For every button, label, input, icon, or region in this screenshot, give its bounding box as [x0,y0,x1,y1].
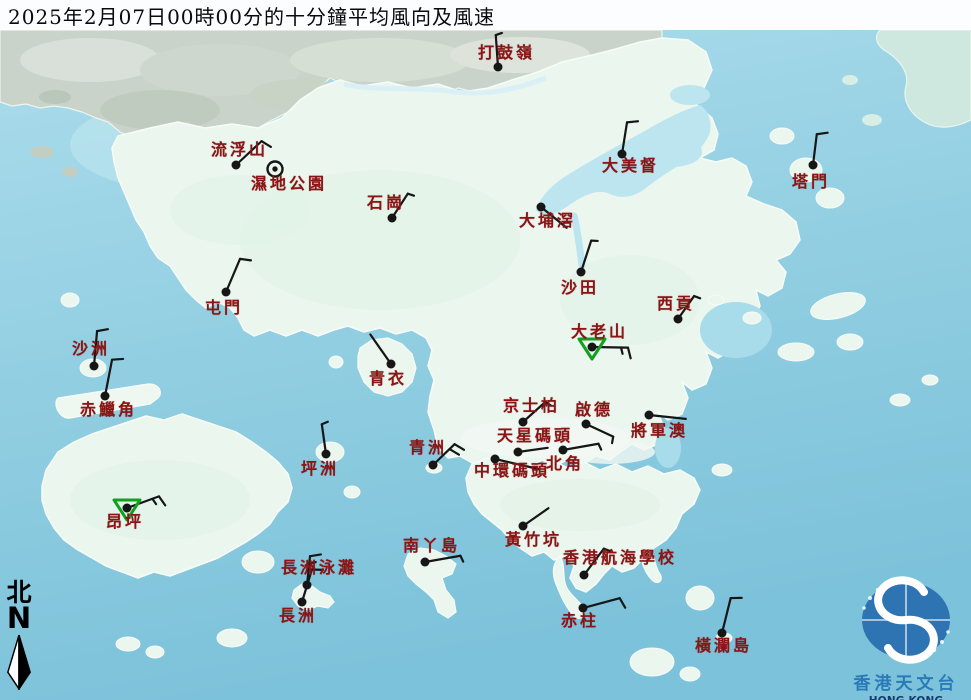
islet [837,334,863,350]
station-label-tai-mei-tuk[interactable]: 大美督 [602,158,659,175]
islet [680,667,700,681]
soko-islands [116,637,140,651]
station-label-peng-chau[interactable]: 坪洲 [301,461,339,478]
station-label-cheung-chau[interactable]: 長洲 [279,608,317,625]
station-label-sha-chau[interactable]: 沙洲 [72,341,110,358]
station-label-waglan-island[interactable]: 橫瀾島 [695,638,752,655]
hko-logo-icon [840,576,971,664]
north-needle-icon [6,634,32,690]
station-label-cheung-chau-beach[interactable]: 長洲泳灘 [281,560,357,577]
kau-yi-chau [344,486,360,498]
station-label-stanley[interactable]: 赤柱 [561,613,599,630]
station-label-sai-kung[interactable]: 西貢 [657,296,695,313]
deep-bay-islet [39,90,71,104]
station-dot-icon[interactable] [582,420,591,429]
station-dot-icon[interactable] [222,288,231,297]
north-compass: 北 N [2,580,36,690]
station-dot-icon[interactable] [272,166,277,171]
station-dot-icon[interactable] [645,411,654,420]
station-label-wong-chuk-hang[interactable]: 黃竹坑 [505,532,562,549]
station-label-tates-cairn[interactable]: 大老山 [571,324,628,341]
islet [922,375,938,385]
station-label-kai-tak[interactable]: 啟德 [575,402,613,419]
hko-name-chinese: 香港天文台 [840,669,971,694]
station-dot-icon[interactable] [588,343,597,352]
map-title: 2025年2月07日00時00分的十分鐘平均風向及風速 [8,1,495,30]
station-label-lamma-island[interactable]: 南丫島 [403,538,460,555]
islet [712,464,732,476]
hko-name-english: HONG KONG OBSERVATORY [840,695,971,700]
islet [770,128,794,144]
wind-barb-full [112,359,123,360]
hei-ling-chau [242,551,274,573]
station-label-shek-kong[interactable]: 石崗 [367,195,405,212]
wind-barb-half [621,348,623,354]
starling-inlet [670,85,710,105]
islet [862,114,882,126]
station-dot-icon[interactable] [421,558,430,567]
station-dot-icon[interactable] [674,315,683,324]
station-label-tap-mun[interactable]: 塔門 [792,174,830,191]
islet [816,188,844,208]
deep-bay-islet [62,167,78,177]
port-shelter [700,302,772,358]
wind-staff [592,347,628,348]
hko-logo: 香港天文台 HONG KONG OBSERVATORY [840,576,971,700]
wind-barb-full [817,133,828,135]
station-label-ta-kwu-ling[interactable]: 打鼓嶺 [478,45,535,62]
station-label-chek-lap-kok[interactable]: 赤鱲角 [80,402,137,419]
station-label-hk-sea-school[interactable]: 香港航海學校 [563,550,677,567]
po-toi [630,648,674,676]
wind-barb-full [627,121,638,122]
station-dot-icon[interactable] [429,461,438,470]
station-label-ngong-ping[interactable]: 昂坪 [106,514,144,531]
station-dot-icon[interactable] [322,450,331,459]
station-dot-icon[interactable] [580,571,589,580]
station-label-tseung-kwan-o[interactable]: 將軍澳 [631,423,688,440]
islet [743,312,761,324]
station-dot-icon[interactable] [90,362,99,371]
station-label-green-island[interactable]: 青洲 [409,440,447,457]
ma-wan [329,356,343,368]
station-label-wetland-park[interactable]: 濕地公園 [251,176,327,193]
station-label-north-point[interactable]: 北角 [546,456,584,473]
station-label-sha-tin[interactable]: 沙田 [561,280,599,297]
station-label-kings-park[interactable]: 京士柏 [503,398,560,415]
station-label-tai-po-kau[interactable]: 大埔滘 [519,213,576,230]
islet [708,295,724,305]
station-dot-icon[interactable] [514,448,523,457]
wind-barb-full [240,259,251,261]
islet [842,75,858,85]
station-dot-icon[interactable] [494,63,503,72]
islet [778,343,814,361]
shek-kwu-chau [217,629,247,647]
station-label-central-pier[interactable]: 中環碼頭 [474,463,550,480]
deep-bay-islet [30,146,54,158]
tung-lung-chau [686,586,714,610]
station-dot-icon[interactable] [388,214,397,223]
station-label-lau-fau-shan[interactable]: 流浮山 [211,142,268,159]
station-dot-icon[interactable] [809,161,818,170]
station-dot-icon[interactable] [577,268,586,277]
title-bar: 2025年2月07日00時00分的十分鐘平均風向及風速 [0,0,971,30]
station-dot-icon[interactable] [387,360,396,369]
ninepin-islands [890,394,910,406]
wind-barb-half [612,437,613,443]
station-dot-icon[interactable] [232,161,241,170]
soko-islands [146,646,164,658]
station-label-tsing-yi[interactable]: 青衣 [369,371,407,388]
lantau-hills [70,460,250,540]
lung-kwu-chau [61,293,79,307]
station-label-star-ferry-pier[interactable]: 天星碼頭 [497,428,573,445]
north-letter: N [2,605,36,633]
hko-wind-map: 打鼓嶺流浮山濕地公園石崗大埔滘沙田 大美督塔門屯門沙洲赤鱲角 青衣 大老山 西貢京士柏啟… [0,0,971,700]
station-label-tuen-mun[interactable]: 屯門 [205,300,243,317]
map-canvas [0,0,971,700]
